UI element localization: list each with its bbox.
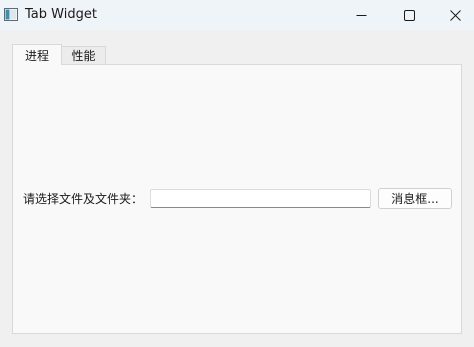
- window-title: Tab Widget: [25, 7, 97, 22]
- close-button[interactable]: [432, 0, 474, 30]
- tab-label: 进程: [24, 48, 49, 63]
- tab-performance[interactable]: 性能: [62, 46, 106, 64]
- message-box-button[interactable]: 消息框...: [378, 188, 452, 209]
- file-path-input[interactable]: [150, 189, 371, 208]
- main-window: Tab Widget 进程 性能 请选择文件及文件夹： 消息框...: [0, 0, 474, 347]
- file-path-label: 请选择文件及文件夹：: [23, 192, 144, 206]
- tab-label: 性能: [71, 49, 96, 63]
- title-bar[interactable]: Tab Widget: [0, 0, 474, 30]
- close-icon: [449, 9, 461, 21]
- tab-process[interactable]: 进程: [12, 44, 62, 65]
- window-app-icon: [4, 8, 18, 21]
- maximize-button[interactable]: [386, 0, 432, 30]
- maximize-icon: [403, 9, 415, 21]
- minimize-button[interactable]: [338, 0, 384, 30]
- minimize-icon: [356, 14, 366, 16]
